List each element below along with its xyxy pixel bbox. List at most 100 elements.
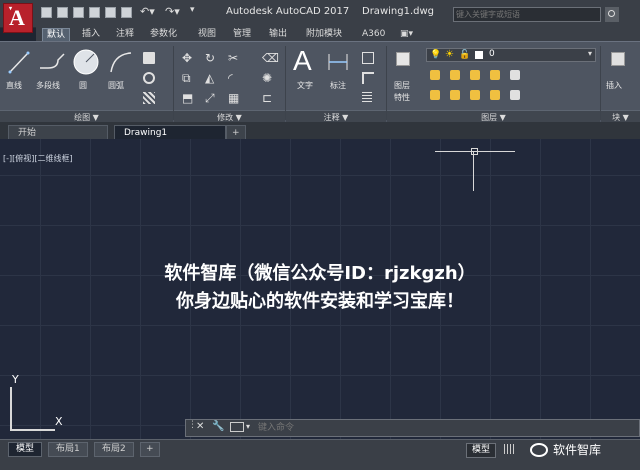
file-tab-start[interactable]: 开始 [8, 125, 108, 140]
open-file-icon[interactable] [57, 7, 68, 18]
tab-addins[interactable]: 附加模块 [302, 28, 346, 41]
multileader-icon[interactable] [362, 72, 374, 84]
add-layout-button[interactable]: + [140, 442, 160, 457]
text-icon[interactable]: A [293, 45, 312, 77]
rectangle-icon[interactable] [143, 52, 155, 64]
tab-a360[interactable]: A360 [358, 28, 389, 41]
layer-tool-icon[interactable] [510, 90, 520, 100]
search-input[interactable] [456, 9, 596, 20]
layer-tool-icon[interactable] [470, 90, 480, 100]
layer-value: 0 [489, 49, 495, 59]
layout-tab-layout2[interactable]: 布局2 [94, 442, 134, 457]
arc-tool-label[interactable]: 圆弧 [108, 80, 124, 91]
text-tool-label[interactable]: 文字 [297, 80, 313, 91]
new-tab-button[interactable]: + [226, 125, 246, 140]
mirror-icon[interactable]: ◭ [205, 72, 217, 84]
model-space-toggle[interactable]: 模型 [466, 443, 497, 458]
ucs-y-label: Y [12, 373, 19, 386]
ucs-x-axis [10, 429, 55, 431]
wechat-icon [530, 443, 548, 457]
layer-tool-icon[interactable] [450, 70, 460, 80]
polyline-icon[interactable] [38, 50, 66, 76]
polyline-tool-label[interactable]: 多段线 [36, 80, 60, 91]
circle-icon[interactable] [72, 48, 100, 76]
tab-output[interactable]: 输出 [265, 28, 291, 41]
fillet-icon[interactable]: ◜ [228, 72, 240, 84]
tab-insert[interactable]: 插入 [78, 28, 104, 41]
insert-label[interactable]: 插入 [606, 80, 622, 91]
table-icon[interactable] [362, 92, 372, 102]
print-preview-icon[interactable] [121, 7, 132, 18]
file-tab-drawing1[interactable]: Drawing1 [114, 125, 226, 140]
layer-properties-icon[interactable] [396, 52, 410, 66]
tab-manage[interactable]: 管理 [229, 28, 255, 41]
layer-tool-icon[interactable] [490, 90, 500, 100]
lightbulb-icon: 💡 [430, 50, 442, 60]
offset-icon[interactable]: ⊏ [262, 92, 274, 104]
pickbox [471, 148, 478, 155]
redo-icon[interactable]: ↷▾ [165, 5, 180, 18]
rotate-icon[interactable]: ↻ [205, 52, 217, 64]
scale-icon[interactable]: ⤢ [205, 92, 217, 104]
layout-tab-model[interactable]: 模型 [8, 442, 43, 457]
circle-tool-label[interactable]: 圆 [79, 80, 87, 91]
ucs-x-label: X [55, 415, 63, 428]
grid-icon[interactable] [504, 444, 514, 454]
tab-annotate[interactable]: 注释 [112, 28, 138, 41]
line-icon[interactable] [8, 50, 30, 76]
app-title: Autodesk AutoCAD 2017 [226, 6, 350, 17]
application-menu-button[interactable]: A ▾ [3, 3, 33, 33]
layout-tab-layout1[interactable]: 布局1 [48, 442, 88, 457]
dimension-icon[interactable] [326, 50, 350, 74]
save-as-icon[interactable] [89, 7, 100, 18]
ribbon-options-icon[interactable]: ▣▾ [396, 28, 417, 41]
leader-icon[interactable] [362, 52, 374, 64]
tab-parametric[interactable]: 参数化 [146, 28, 181, 41]
stretch-icon[interactable]: ⬒ [182, 92, 194, 104]
plot-icon[interactable] [105, 7, 116, 18]
ribbon-tab-bar: 默认 插入 注释 参数化 视图 管理 输出 附加模块 A360 ▣▾ [36, 27, 640, 42]
line-tool-label[interactable]: 直线 [6, 80, 22, 91]
layer-properties-label-1[interactable]: 图层 [394, 80, 410, 91]
move-icon[interactable]: ✥ [182, 52, 194, 64]
layer-tool-icon[interactable] [510, 70, 520, 80]
chevron-down-icon: ▾ [587, 49, 592, 58]
arc-icon[interactable] [108, 50, 134, 76]
sun-icon: ☀ [445, 49, 454, 60]
drawing-canvas[interactable]: [-][俯视][二维线框] 软件智库（微信公众号ID：rjzkgzh） 你身边贴… [0, 139, 640, 439]
status-bar: 模型 布局1 布局2 + 模型 软件智库 [0, 439, 640, 470]
new-file-icon[interactable] [41, 7, 52, 18]
overlay-text-line-1: 软件智库（微信公众号ID：rjzkgzh） [164, 263, 476, 284]
layer-properties-label-2[interactable]: 特性 [394, 92, 410, 103]
erase-icon[interactable]: ⌫ [262, 52, 279, 64]
layer-tool-icon[interactable] [430, 70, 440, 80]
search-box[interactable] [453, 7, 601, 22]
hatch-icon[interactable] [143, 92, 155, 104]
save-icon[interactable] [73, 7, 84, 18]
ellipse-icon[interactable] [143, 72, 155, 84]
tab-view[interactable]: 视图 [194, 28, 220, 41]
command-input[interactable] [258, 422, 618, 434]
layer-tool-icon[interactable] [490, 70, 500, 80]
undo-icon[interactable]: ↶▾ [140, 5, 155, 18]
array-icon[interactable]: ▦ [228, 92, 240, 104]
customize-icon[interactable]: 🔧 [212, 421, 224, 432]
file-tab-bar: 开始 Drawing1 + [0, 122, 640, 140]
copy-icon[interactable]: ⧉ [182, 72, 194, 84]
chevron-down-icon[interactable]: ▾ [246, 422, 250, 431]
insert-block-icon[interactable] [611, 52, 625, 66]
close-icon[interactable]: ✕ [196, 421, 204, 432]
layer-tool-icon[interactable] [430, 90, 440, 100]
dimension-tool-label[interactable]: 标注 [330, 80, 346, 91]
customize-quick-access-icon[interactable]: ▾ [190, 5, 195, 15]
explode-icon[interactable]: ✺ [262, 72, 274, 84]
ribbon-panel: 直线 多段线 圆 圆弧 绘图 ▼ ✥ ↻ ✂ ⧉ ◭ ◜ ⬒ ⤢ ▦ ⌫ ✺ ⊏… [0, 41, 640, 124]
tab-default[interactable]: 默认 [42, 28, 71, 42]
recent-commands-icon[interactable] [230, 422, 244, 432]
layer-dropdown[interactable]: 💡 ☀ 🔓 0 ▾ [426, 48, 596, 62]
layer-tool-icon[interactable] [450, 90, 460, 100]
trim-icon[interactable]: ✂ [228, 52, 240, 64]
viewport-controls[interactable]: [-][俯视][二维线框] [3, 153, 73, 164]
layer-tool-icon[interactable] [470, 70, 480, 80]
search-icon[interactable] [605, 7, 619, 22]
